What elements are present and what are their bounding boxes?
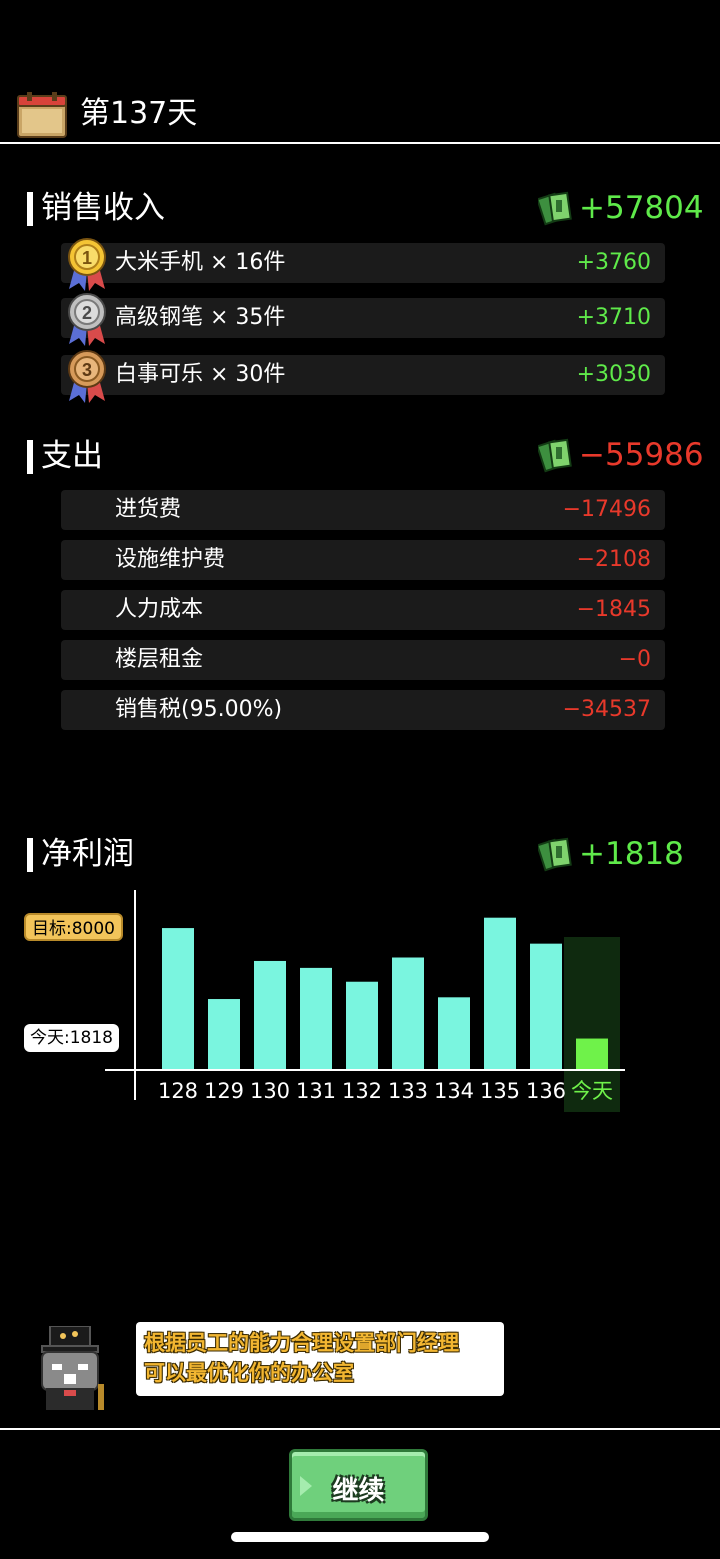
chart-tick-label: 133 — [388, 1079, 428, 1103]
chart-bar — [438, 997, 470, 1070]
money-icon — [538, 438, 572, 473]
expense-item-label: 人力成本 — [115, 597, 204, 622]
home-indicator[interactable] — [231, 1532, 489, 1542]
svg-text:1: 1 — [82, 248, 92, 268]
expense-total: −55986 — [579, 437, 704, 473]
chart-tick-label: 135 — [480, 1079, 520, 1103]
income-item-value: +3030 — [576, 362, 651, 387]
expense-item: 人力成本 −1845 — [61, 590, 665, 630]
cat-manager-avatar-icon — [34, 1326, 106, 1410]
tip-bubble: 根据员工的能力合理设置部门经理 可以最优化你的办公室 — [136, 1322, 504, 1396]
target-label: 目标:8000 — [24, 913, 123, 941]
svg-text:2: 2 — [82, 303, 92, 323]
expense-item: 设施维护费 −2108 — [61, 540, 665, 580]
expense-item-label: 销售税(95.00%) — [115, 697, 283, 722]
income-item-label: 大米手机 × 16件 — [115, 250, 286, 275]
money-icon — [538, 191, 572, 226]
chart-bar — [254, 960, 286, 1070]
gold-medal-icon: 1 — [68, 238, 106, 291]
chart-bar — [576, 1038, 608, 1070]
expense-item-value: −2108 — [576, 547, 651, 572]
income-item-3: 3 白事可乐 × 30件 +3030 — [61, 350, 665, 403]
tip-line: 根据员工的能力合理设置部门经理 — [144, 1331, 459, 1355]
chart-bar — [530, 943, 562, 1070]
day-header: 第137天 — [0, 88, 720, 144]
profit-total: +1818 — [579, 836, 684, 872]
chart-tick-label: 131 — [296, 1079, 336, 1103]
income-section-title: 销售收入 — [27, 188, 165, 228]
expense-item: 销售税(95.00%) −34537 — [61, 690, 665, 730]
calendar-icon — [17, 92, 67, 138]
continue-button[interactable]: 继续 — [289, 1449, 428, 1521]
silver-medal-icon: 2 — [68, 293, 106, 346]
header-divider — [0, 142, 720, 144]
tip-line: 可以最优化你的办公室 — [144, 1361, 354, 1385]
profit-section-title: 净利润 — [27, 834, 134, 874]
chart-bar — [484, 917, 516, 1070]
income-item-value: +3710 — [576, 305, 651, 330]
expense-section-title: 支出 — [27, 436, 103, 476]
continue-button-label: 继续 — [332, 1476, 385, 1506]
chart-tick-label: 今天 — [571, 1079, 613, 1103]
chart-tick-label: 134 — [434, 1079, 474, 1103]
income-total: +57804 — [579, 190, 704, 226]
income-item-value: +3760 — [576, 250, 651, 275]
day-title: 第137天 — [80, 96, 198, 131]
expense-item-value: −17496 — [562, 497, 651, 522]
today-label: 今天:1818 — [24, 1024, 119, 1052]
chart-tick-label: 128 — [158, 1079, 198, 1103]
income-item-2: 2 高级钢笔 × 35件 +3710 — [61, 293, 665, 346]
income-item-1: 1 大米手机 × 16件 +3760 — [61, 238, 665, 291]
expense-item-value: −1845 — [576, 597, 651, 622]
chart-tick-label: 130 — [250, 1079, 290, 1103]
money-icon — [538, 837, 572, 872]
chart-tick-label: 132 — [342, 1079, 382, 1103]
chart-tick-label: 129 — [204, 1079, 244, 1103]
expense-item-value: −34537 — [562, 697, 651, 722]
bronze-medal-icon: 3 — [68, 350, 106, 403]
income-item-label: 白事可乐 × 30件 — [115, 362, 286, 387]
chart-bar — [208, 999, 240, 1070]
svg-text:3: 3 — [82, 360, 92, 380]
chart-bar — [392, 957, 424, 1070]
chart-bar — [162, 928, 194, 1070]
chart-bar — [300, 967, 332, 1070]
expense-item-label: 楼层租金 — [115, 647, 204, 672]
income-item-label: 高级钢笔 × 35件 — [115, 305, 286, 330]
tip-panel: 根据员工的能力合理设置部门经理 可以最优化你的办公室 — [20, 1318, 720, 1410]
chart-bar — [346, 981, 378, 1070]
expense-item: 楼层租金 −0 — [61, 640, 665, 680]
chart-tick-label: 136 — [526, 1079, 566, 1103]
expense-item-label: 设施维护费 — [115, 547, 226, 572]
expense-item-value: −0 — [618, 647, 651, 672]
expense-item-label: 进货费 — [115, 497, 182, 522]
expense-item: 进货费 −17496 — [61, 490, 665, 530]
footer-divider — [0, 1428, 720, 1430]
